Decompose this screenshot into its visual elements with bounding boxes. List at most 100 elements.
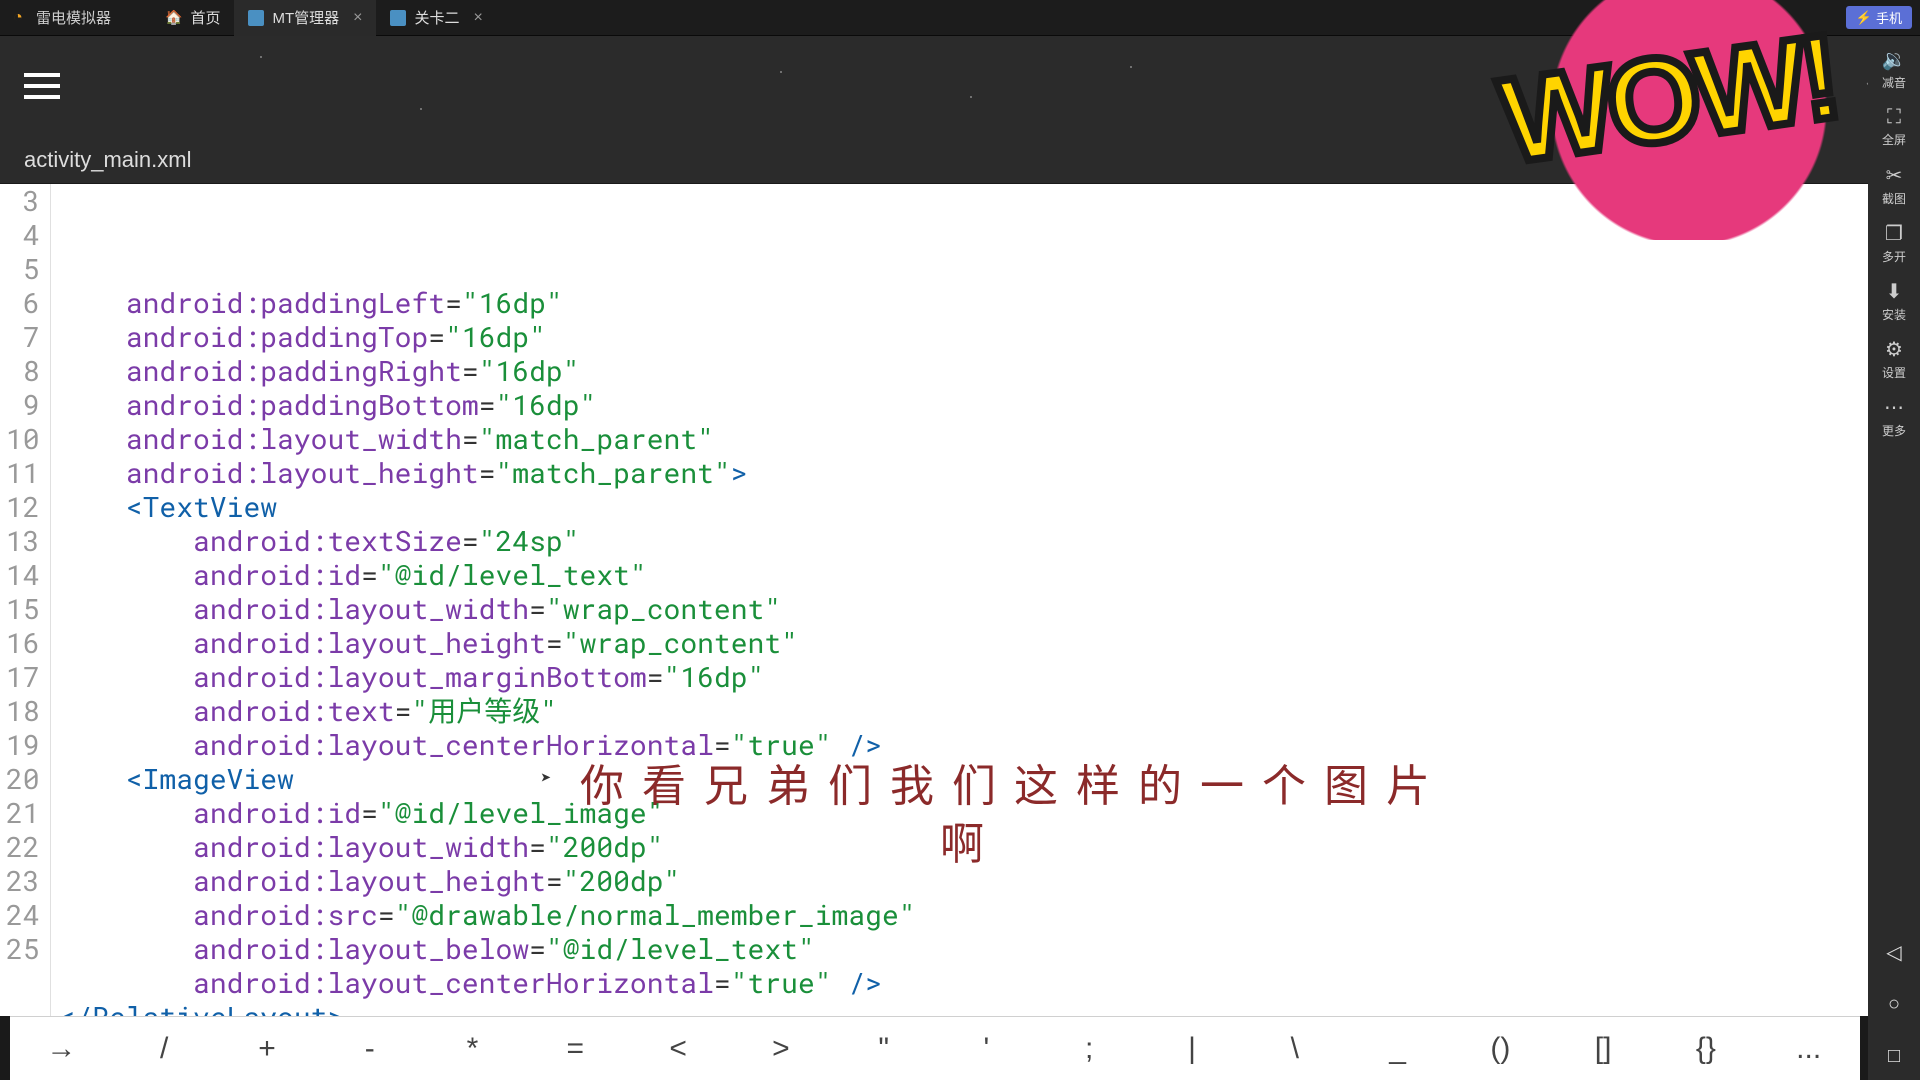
line-number: 23 xyxy=(6,864,40,898)
code-line-9[interactable]: <TextView xyxy=(59,490,1920,524)
symbol-key-17[interactable]: ... xyxy=(1757,1017,1860,1080)
tab-0[interactable]: 🏠首页 xyxy=(151,0,234,36)
side-rail: 🔉减音⛶全屏✂截图❐多开⬇安装⚙设置⋯更多 ◁○□ xyxy=(1868,36,1920,1080)
symbol-key-9[interactable]: ' xyxy=(935,1017,1038,1080)
rail-icon: ⛶ xyxy=(1887,106,1901,129)
tab-app-icon xyxy=(390,10,406,26)
editor-toolbar: 📌 ↶ xyxy=(0,36,1920,136)
line-number: 8 xyxy=(6,354,40,388)
symbol-key-7[interactable]: > xyxy=(729,1017,832,1080)
code-line-8[interactable]: android:layout_height="match_parent"> xyxy=(59,456,1920,490)
bolt-icon: ⚡ xyxy=(1856,10,1872,26)
code-line-14[interactable]: android:layout_marginBottom="16dp" xyxy=(59,660,1920,694)
symbol-key-3[interactable]: - xyxy=(318,1017,421,1080)
code-line-22[interactable]: android:layout_below="@id/level_text" xyxy=(59,932,1920,966)
tab-close-icon[interactable]: × xyxy=(353,9,362,27)
tab-2[interactable]: 关卡二× xyxy=(376,0,496,36)
mouse-cursor: ➤ xyxy=(541,760,552,794)
line-number: 25 xyxy=(6,932,40,966)
symbol-key-1[interactable]: / xyxy=(113,1017,216,1080)
symbol-key-15[interactable]: [] xyxy=(1552,1017,1655,1080)
line-number: 14 xyxy=(6,558,40,592)
line-number: 6 xyxy=(6,286,40,320)
tab-1[interactable]: MT管理器× xyxy=(234,0,376,36)
code-line-7[interactable]: android:layout_width="match_parent" xyxy=(59,422,1920,456)
line-number: 10 xyxy=(6,422,40,456)
tab-bar: ◔ 雷电模拟器 🏠首页MT管理器×关卡二× ⚡ 手机 xyxy=(0,0,1920,36)
pin-icon[interactable]: 📌 xyxy=(1765,55,1826,116)
code-line-5[interactable]: android:paddingRight="16dp" xyxy=(59,354,1920,388)
code-line-21[interactable]: android:src="@drawable/normal_member_ima… xyxy=(59,898,1920,932)
code-area[interactable]: ➤ android:paddingLeft="16dp" android:pad… xyxy=(51,184,1920,1016)
line-number: 17 xyxy=(6,660,40,694)
line-number: 9 xyxy=(6,388,40,422)
rail-icon: ⬇ xyxy=(1886,279,1903,304)
rail-icon: ✂ xyxy=(1886,163,1903,188)
line-gutter: 345678910111213141516171819202122232425 xyxy=(0,184,51,1016)
rail-item-1[interactable]: ⛶全屏 xyxy=(1868,100,1920,154)
code-line-6[interactable]: android:paddingBottom="16dp" xyxy=(59,388,1920,422)
code-line-10[interactable]: android:textSize="24sp" xyxy=(59,524,1920,558)
rail-item-3[interactable]: ❐多开 xyxy=(1868,216,1920,270)
code-line-23[interactable]: android:layout_centerHorizontal="true" /… xyxy=(59,966,1920,1000)
symbol-bar: →/+-*=<>"';|\_()[]{}... xyxy=(10,1016,1860,1080)
symbol-key-16[interactable]: {} xyxy=(1655,1017,1758,1080)
line-number: 20 xyxy=(6,762,40,796)
symbol-key-0[interactable]: → xyxy=(10,1017,113,1080)
android-nav-recent[interactable]: □ xyxy=(1868,1032,1920,1080)
code-line-19[interactable]: android:layout_width="200dp" xyxy=(59,830,1920,864)
line-number: 18 xyxy=(6,694,40,728)
symbol-key-12[interactable]: \ xyxy=(1243,1017,1346,1080)
code-line-12[interactable]: android:layout_width="wrap_content" xyxy=(59,592,1920,626)
phone-badge[interactable]: ⚡ 手机 xyxy=(1846,6,1912,29)
line-number: 4 xyxy=(6,218,40,252)
menu-icon[interactable] xyxy=(24,73,60,99)
line-number: 3 xyxy=(6,184,40,218)
app-name: 雷电模拟器 xyxy=(36,7,111,28)
rail-item-4[interactable]: ⬇安装 xyxy=(1868,274,1920,328)
code-line-13[interactable]: android:layout_height="wrap_content" xyxy=(59,626,1920,660)
tab-close-icon[interactable]: × xyxy=(474,9,483,27)
code-line-18[interactable]: android:id="@id/level_image" xyxy=(59,796,1920,830)
rail-item-0[interactable]: 🔉减音 xyxy=(1868,42,1920,96)
filename-bar[interactable]: activity_main.xml xyxy=(0,136,1920,184)
line-number: 13 xyxy=(6,524,40,558)
line-number: 19 xyxy=(6,728,40,762)
symbol-key-2[interactable]: + xyxy=(216,1017,319,1080)
line-number: 11 xyxy=(6,456,40,490)
filename: activity_main.xml xyxy=(24,147,191,173)
line-number: 15 xyxy=(6,592,40,626)
android-nav-back[interactable]: ◁ xyxy=(1868,928,1920,976)
symbol-key-4[interactable]: * xyxy=(421,1017,524,1080)
symbol-key-13[interactable]: _ xyxy=(1346,1017,1449,1080)
code-editor[interactable]: 345678910111213141516171819202122232425 … xyxy=(0,184,1920,1016)
rail-item-6[interactable]: ⋯更多 xyxy=(1868,390,1920,444)
symbol-key-10[interactable]: ; xyxy=(1038,1017,1141,1080)
rail-icon: ❐ xyxy=(1885,221,1903,246)
line-number: 12 xyxy=(6,490,40,524)
code-line-3[interactable]: android:paddingLeft="16dp" xyxy=(59,286,1920,320)
line-number: 7 xyxy=(6,320,40,354)
symbol-key-8[interactable]: " xyxy=(832,1017,935,1080)
code-line-4[interactable]: android:paddingTop="16dp" xyxy=(59,320,1920,354)
rail-icon: ⋯ xyxy=(1884,395,1904,420)
rail-item-2[interactable]: ✂截图 xyxy=(1868,158,1920,212)
code-line-17[interactable]: <ImageView xyxy=(59,762,1920,796)
symbol-key-11[interactable]: | xyxy=(1141,1017,1244,1080)
android-nav-home[interactable]: ○ xyxy=(1868,980,1920,1028)
symbol-key-14[interactable]: () xyxy=(1449,1017,1552,1080)
code-line-15[interactable]: android:text="用户等级" xyxy=(59,694,1920,728)
home-icon: 🏠 xyxy=(165,9,182,26)
rail-icon: ⚙ xyxy=(1885,337,1903,362)
tab-app-icon xyxy=(248,10,264,26)
emulator-logo: ◔ xyxy=(6,6,30,30)
code-line-11[interactable]: android:id="@id/level_text" xyxy=(59,558,1920,592)
code-line-20[interactable]: android:layout_height="200dp" xyxy=(59,864,1920,898)
line-number: 5 xyxy=(6,252,40,286)
code-line-16[interactable]: android:layout_centerHorizontal="true" /… xyxy=(59,728,1920,762)
line-number: 24 xyxy=(6,898,40,932)
rail-item-5[interactable]: ⚙设置 xyxy=(1868,332,1920,386)
line-number: 21 xyxy=(6,796,40,830)
symbol-key-5[interactable]: = xyxy=(524,1017,627,1080)
symbol-key-6[interactable]: < xyxy=(627,1017,730,1080)
